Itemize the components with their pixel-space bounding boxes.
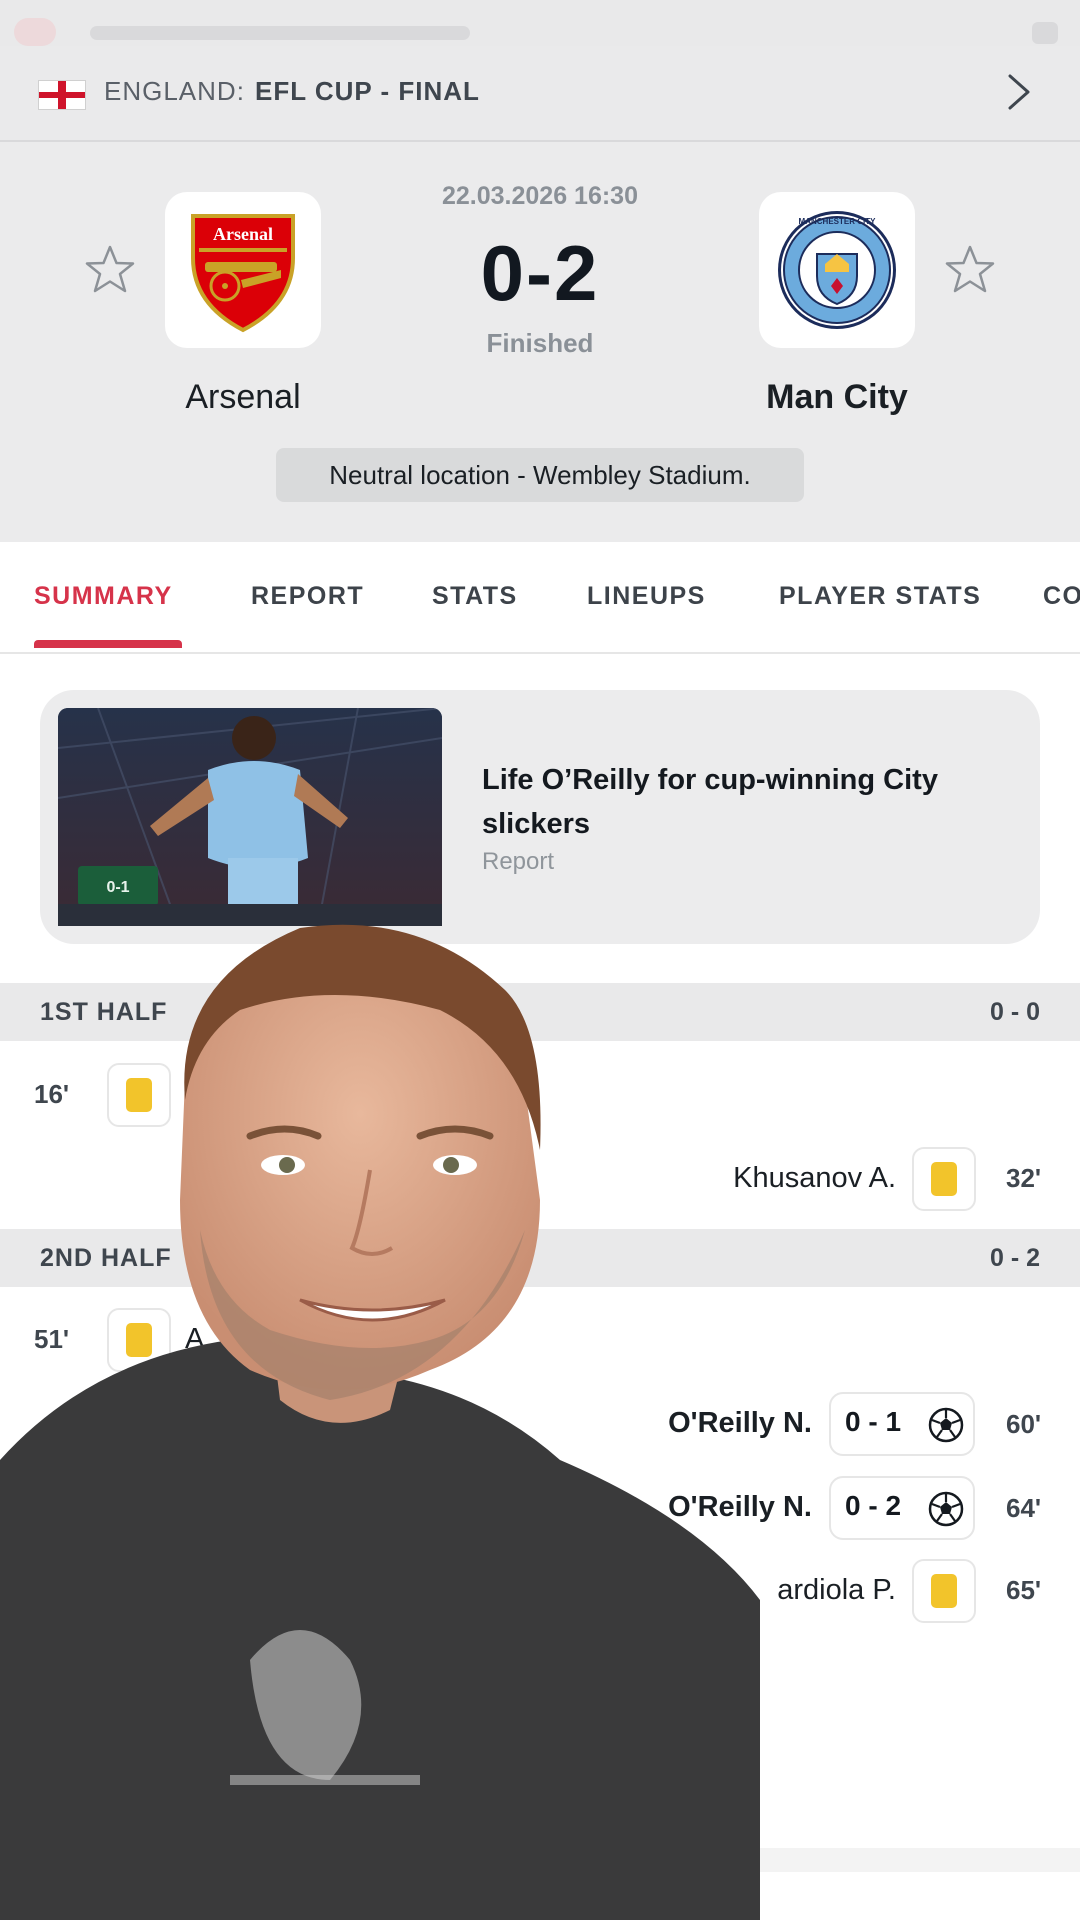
news-image[interactable]: 0-1 [58,708,442,926]
tab-summary[interactable]: SUMMARY [34,582,173,611]
event-minute: 65' [1006,1575,1042,1605]
presenter-video-overlay [0,924,760,1920]
status-icon [1032,22,1058,44]
active-tab-indicator [34,640,182,648]
tab-stats[interactable]: STATS [432,582,518,611]
event-minute: 32' [1006,1163,1042,1193]
bottom-sheet-edge [760,1848,1080,1872]
match-datetime: 22.03.2026 16:30 [441,182,638,210]
tab-report[interactable]: REPORT [251,582,364,611]
match-status: Finished [486,328,594,358]
home-team-name[interactable]: Arsenal [93,378,393,417]
man-city-crest-icon: MANCHESTER CITY [778,211,896,329]
yellow-card-icon [912,1559,976,1623]
football-icon [928,1407,964,1443]
tab-player-stats[interactable]: PLAYER STATS [779,582,981,611]
yellow-card-icon [912,1147,976,1211]
tab-lineups[interactable]: LINEUPS [587,582,706,611]
status-text-blur [90,26,470,40]
status-indicator [14,18,56,46]
goal-score: 0 - 1 [845,1406,902,1437]
event-minute: 64' [1006,1493,1042,1523]
away-team-logo[interactable]: MANCHESTER CITY [759,192,915,348]
svg-text:Arsenal: Arsenal [213,224,273,244]
competition-country: ENGLAND: [104,76,245,106]
away-team-name[interactable]: Man City [687,378,987,417]
svg-text:MANCHESTER CITY: MANCHESTER CITY [799,217,877,226]
favorite-star-icon[interactable] [944,244,996,296]
competition-name: EFL CUP - FINAL [255,76,480,106]
venue-badge: Neutral location - Wembley Stadium. [276,448,804,502]
half-score: 0 - 0 [989,998,1040,1026]
goal-score: 0 - 2 [845,1490,902,1521]
home-team-logo[interactable]: Arsenal [165,192,321,348]
news-title[interactable]: Life O’Reilly for cup-winning City slick… [482,758,952,846]
tab-commentary[interactable]: CO [1043,582,1080,611]
svg-text:0-1: 0-1 [106,879,129,896]
goal-score-badge: 0 - 2 [829,1476,975,1540]
england-flag-icon [38,80,86,110]
chevron-right-icon[interactable] [1000,70,1036,114]
event-minute: 60' [1006,1409,1042,1439]
football-icon [928,1491,964,1527]
half-score: 0 - 2 [989,1244,1040,1272]
favorite-star-icon[interactable] [84,244,136,296]
goal-score-badge: 0 - 1 [829,1392,975,1456]
match-score: 0-2 [480,229,600,317]
news-type: Report [482,848,555,875]
arsenal-crest-icon: Arsenal [191,214,295,333]
